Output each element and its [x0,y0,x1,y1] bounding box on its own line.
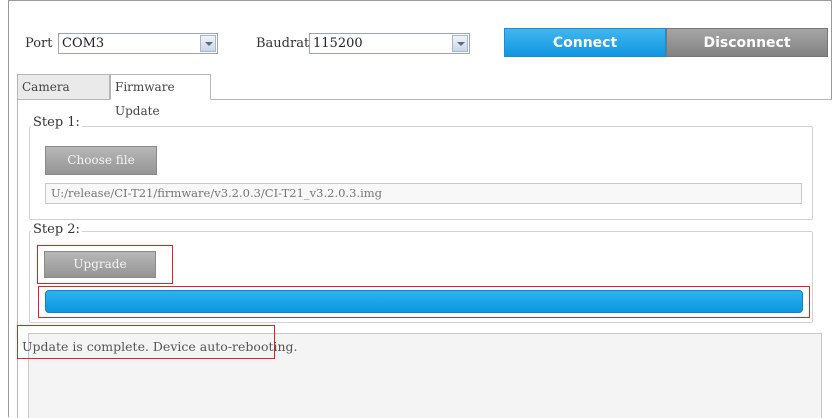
port-label: Port : [25,36,61,51]
choose-file-button[interactable]: Choose file [45,146,157,175]
disconnect-button[interactable]: Disconnect [666,28,828,57]
chevron-down-icon[interactable] [200,35,216,52]
connect-button[interactable]: Connect [504,28,666,57]
port-select[interactable]: COM3 [58,33,218,54]
port-value: COM3 [62,36,105,51]
step2-title: Step 2: [31,222,82,237]
chevron-down-icon[interactable] [452,35,468,52]
progress-bar [45,290,803,313]
baudrate-value: 115200 [313,36,363,51]
baudrate-select[interactable]: 115200 [309,33,470,54]
tab-firmware-update[interactable]: Firmware Update [110,74,211,118]
file-path-field[interactable]: U:/release/CI-T21/firmware/v3.2.0.3/CI-T… [45,183,802,204]
log-message: Update is complete. Device auto-rebootin… [22,339,298,354]
tab-camera-setting[interactable]: Camera Setting [17,74,110,118]
upgrade-button[interactable]: Upgrade [44,251,156,278]
step1-title: Step 1: [31,115,82,130]
